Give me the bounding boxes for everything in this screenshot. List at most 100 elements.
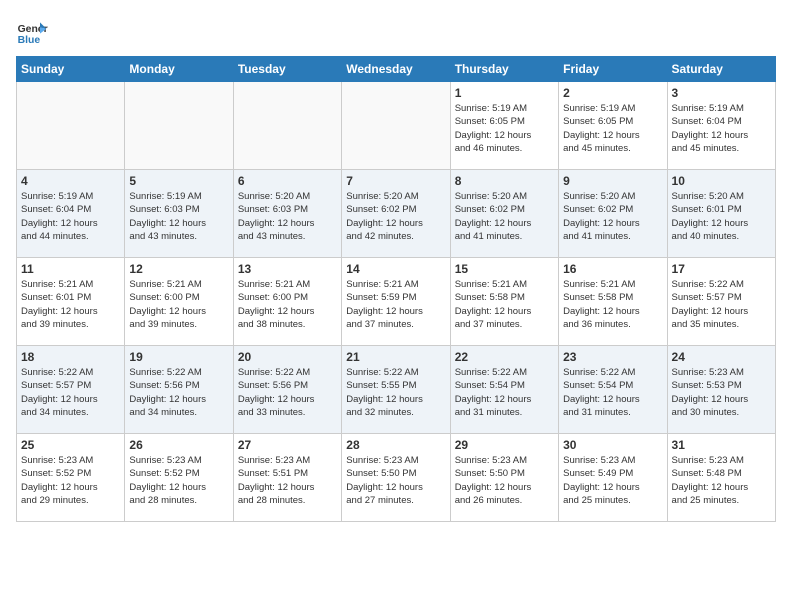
day-cell: 7Sunrise: 5:20 AM Sunset: 6:02 PM Daylig… — [342, 170, 450, 258]
header-friday: Friday — [559, 57, 667, 82]
day-info: Sunrise: 5:20 AM Sunset: 6:03 PM Dayligh… — [238, 190, 337, 243]
day-cell: 13 Sunrise: 5:21 AM Sunset: 6:00 PM Dayli… — [233, 258, 341, 346]
day-info: Sunrise: 5:22 AM Sunset: 5:57 PM Dayligh… — [672, 278, 771, 331]
week-row-2: 4 Sunrise: 5:19 AM Sunset: 6:04 PM Daylig… — [17, 170, 776, 258]
day-cell: 9 Sunrise: 5:20 AM Sunset: 6:02 PM Daylig… — [559, 170, 667, 258]
day-info: Sunrise: 5:23 AM Sunset: 5:52 PM Dayligh… — [21, 454, 120, 507]
day-cell — [342, 82, 450, 170]
svg-text:Blue: Blue — [18, 35, 41, 46]
day-number: 24 — [672, 350, 771, 364]
day-number: 13 — [238, 262, 337, 276]
day-cell — [17, 82, 125, 170]
day-info: Sunrise: 5:23 AM Sunset: 5:50 PM Dayligh… — [455, 454, 554, 507]
day-cell: 27Sunrise: 5:23 AM Sunset: 5:51 PM Dayli… — [233, 434, 341, 522]
day-info: Sunrise: 5:20 AM Sunset: 6:01 PM Dayligh… — [672, 190, 771, 243]
day-info: Sunrise: 5:19 AM Sunset: 6:04 PM Dayligh… — [672, 102, 771, 155]
day-info: Sunrise: 5:22 AM Sunset: 5:54 PM Dayligh… — [455, 366, 554, 419]
day-number: 25 — [21, 438, 120, 452]
day-cell: 29 Sunrise: 5:23 AM Sunset: 5:50 PM Dayli… — [450, 434, 558, 522]
day-cell: 8 Sunrise: 5:20 AM Sunset: 6:02 PM Daylig… — [450, 170, 558, 258]
header-saturday: Saturday — [667, 57, 775, 82]
day-cell: 19Sunrise: 5:22 AM Sunset: 5:56 PM Dayli… — [125, 346, 233, 434]
day-info: Sunrise: 5:22 AM Sunset: 5:54 PM Dayligh… — [563, 366, 662, 419]
day-info: Sunrise: 5:20 AM Sunset: 6:02 PM Dayligh… — [563, 190, 662, 243]
day-cell: 24 Sunrise: 5:23 AM Sunset: 5:53 PM Dayli… — [667, 346, 775, 434]
day-cell: 15Sunrise: 5:21 AM Sunset: 5:58 PM Dayli… — [450, 258, 558, 346]
day-cell: 16Sunrise: 5:21 AM Sunset: 5:58 PM Dayli… — [559, 258, 667, 346]
week-row-3: 11Sunrise: 5:21 AM Sunset: 6:01 PM Dayli… — [17, 258, 776, 346]
header-row: SundayMondayTuesdayWednesdayThursdayFrid… — [17, 57, 776, 82]
day-number: 26 — [129, 438, 228, 452]
day-info: Sunrise: 5:20 AM Sunset: 6:02 PM Dayligh… — [346, 190, 445, 243]
day-cell: 31 Sunrise: 5:23 AM Sunset: 5:48 PM Dayli… — [667, 434, 775, 522]
day-cell: 4 Sunrise: 5:19 AM Sunset: 6:04 PM Daylig… — [17, 170, 125, 258]
day-number: 2 — [563, 86, 662, 100]
day-cell: 17 Sunrise: 5:22 AM Sunset: 5:57 PM Dayli… — [667, 258, 775, 346]
day-info: Sunrise: 5:23 AM Sunset: 5:53 PM Dayligh… — [672, 366, 771, 419]
day-number: 29 — [455, 438, 554, 452]
day-info: Sunrise: 5:19 AM Sunset: 6:03 PM Dayligh… — [129, 190, 228, 243]
day-number: 16 — [563, 262, 662, 276]
day-cell: 14Sunrise: 5:21 AM Sunset: 5:59 PM Dayli… — [342, 258, 450, 346]
day-cell: 12 Sunrise: 5:21 AM Sunset: 6:00 PM Dayli… — [125, 258, 233, 346]
day-cell: 3Sunrise: 5:19 AM Sunset: 6:04 PM Daylig… — [667, 82, 775, 170]
day-cell: 11Sunrise: 5:21 AM Sunset: 6:01 PM Dayli… — [17, 258, 125, 346]
day-number: 10 — [672, 174, 771, 188]
header-tuesday: Tuesday — [233, 57, 341, 82]
day-cell: 28 Sunrise: 5:23 AM Sunset: 5:50 PM Dayli… — [342, 434, 450, 522]
logo-icon: General Blue — [16, 16, 48, 48]
logo: General Blue — [16, 16, 48, 48]
day-number: 23 — [563, 350, 662, 364]
day-info: Sunrise: 5:19 AM Sunset: 6:05 PM Dayligh… — [455, 102, 554, 155]
day-cell: 22 Sunrise: 5:22 AM Sunset: 5:54 PM Dayli… — [450, 346, 558, 434]
day-number: 21 — [346, 350, 445, 364]
day-number: 6 — [238, 174, 337, 188]
header-monday: Monday — [125, 57, 233, 82]
day-number: 17 — [672, 262, 771, 276]
day-number: 30 — [563, 438, 662, 452]
day-info: Sunrise: 5:23 AM Sunset: 5:50 PM Dayligh… — [346, 454, 445, 507]
week-row-1: 1 Sunrise: 5:19 AM Sunset: 6:05 PM Daylig… — [17, 82, 776, 170]
week-row-5: 25 Sunrise: 5:23 AM Sunset: 5:52 PM Dayli… — [17, 434, 776, 522]
day-number: 11 — [21, 262, 120, 276]
day-cell: 30Sunrise: 5:23 AM Sunset: 5:49 PM Dayli… — [559, 434, 667, 522]
day-cell: 23 Sunrise: 5:22 AM Sunset: 5:54 PM Dayli… — [559, 346, 667, 434]
day-cell: 6 Sunrise: 5:20 AM Sunset: 6:03 PM Daylig… — [233, 170, 341, 258]
day-number: 8 — [455, 174, 554, 188]
day-number: 18 — [21, 350, 120, 364]
day-number: 22 — [455, 350, 554, 364]
day-number: 14 — [346, 262, 445, 276]
day-cell: 26 Sunrise: 5:23 AM Sunset: 5:52 PM Dayli… — [125, 434, 233, 522]
day-info: Sunrise: 5:19 AM Sunset: 6:04 PM Dayligh… — [21, 190, 120, 243]
day-info: Sunrise: 5:22 AM Sunset: 5:56 PM Dayligh… — [238, 366, 337, 419]
calendar-table: SundayMondayTuesdayWednesdayThursdayFrid… — [16, 56, 776, 522]
day-cell: 18Sunrise: 5:22 AM Sunset: 5:57 PM Dayli… — [17, 346, 125, 434]
header-sunday: Sunday — [17, 57, 125, 82]
day-cell: 1 Sunrise: 5:19 AM Sunset: 6:05 PM Daylig… — [450, 82, 558, 170]
day-cell: 20 Sunrise: 5:22 AM Sunset: 5:56 PM Dayli… — [233, 346, 341, 434]
day-number: 27 — [238, 438, 337, 452]
day-info: Sunrise: 5:23 AM Sunset: 5:48 PM Dayligh… — [672, 454, 771, 507]
day-number: 31 — [672, 438, 771, 452]
page-header: General Blue — [16, 16, 776, 48]
header-thursday: Thursday — [450, 57, 558, 82]
day-cell: 10 Sunrise: 5:20 AM Sunset: 6:01 PM Dayli… — [667, 170, 775, 258]
day-info: Sunrise: 5:21 AM Sunset: 6:00 PM Dayligh… — [238, 278, 337, 331]
day-cell: 5 Sunrise: 5:19 AM Sunset: 6:03 PM Daylig… — [125, 170, 233, 258]
day-number: 1 — [455, 86, 554, 100]
day-info: Sunrise: 5:23 AM Sunset: 5:52 PM Dayligh… — [129, 454, 228, 507]
day-number: 28 — [346, 438, 445, 452]
day-number: 20 — [238, 350, 337, 364]
day-number: 12 — [129, 262, 228, 276]
day-cell — [125, 82, 233, 170]
day-number: 19 — [129, 350, 228, 364]
day-number: 5 — [129, 174, 228, 188]
day-cell — [233, 82, 341, 170]
day-info: Sunrise: 5:20 AM Sunset: 6:02 PM Dayligh… — [455, 190, 554, 243]
day-cell: 21Sunrise: 5:22 AM Sunset: 5:55 PM Dayli… — [342, 346, 450, 434]
week-row-4: 18Sunrise: 5:22 AM Sunset: 5:57 PM Dayli… — [17, 346, 776, 434]
day-number: 15 — [455, 262, 554, 276]
day-number: 9 — [563, 174, 662, 188]
day-info: Sunrise: 5:21 AM Sunset: 6:00 PM Dayligh… — [129, 278, 228, 331]
day-number: 4 — [21, 174, 120, 188]
